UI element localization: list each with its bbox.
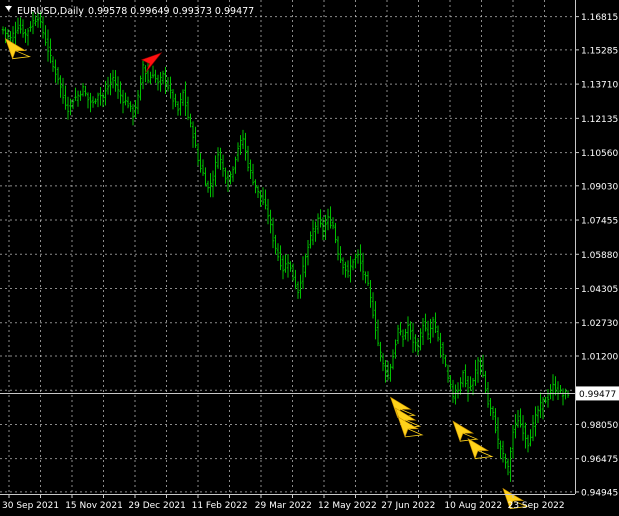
price-chart[interactable]: 1.16815 1.15285 1.13710 1.12135 1.10560 1.090…: [0, 0, 619, 512]
y-tick-label: 0.98050: [581, 421, 618, 431]
y-tick-label: 1.02730: [581, 319, 618, 329]
x-tick-label: 11 Feb 2022: [192, 501, 248, 511]
y-tick-label: 1.15285: [581, 46, 618, 56]
current-price-tag: 0.99477: [576, 386, 619, 401]
y-tick-label: 1.13710: [581, 81, 618, 91]
y-tick-label: 1.10560: [581, 149, 618, 159]
y-tick-label: 1.01200: [581, 352, 618, 362]
chart-header: EURUSD,Daily 0.99578 0.99649 0.99373 0.9…: [5, 6, 254, 17]
symbol-timeframe-label: EURUSD,Daily: [17, 6, 84, 17]
y-tick-label: 0.94945: [581, 488, 618, 498]
ohlc-values: 0.99578 0.99649 0.99373 0.99477: [88, 6, 254, 17]
x-tick-label: 29 Dec 2021: [128, 501, 186, 511]
chart-background: [0, 0, 619, 512]
current-price-label: 0.99477: [579, 390, 616, 400]
price-axis[interactable]: 1.16815 1.15285 1.13710 1.12135 1.10560 1.090…: [575, 13, 618, 498]
y-tick-label: 1.05880: [581, 251, 618, 261]
y-tick-label: 1.12135: [581, 115, 618, 125]
y-tick-label: 1.09030: [581, 182, 618, 192]
y-tick-label: 1.07455: [581, 217, 618, 227]
x-tick-label: 10 Aug 2022: [444, 501, 502, 511]
x-tick-label: 30 Sep 2021: [2, 501, 59, 511]
chart-canvas[interactable]: 1.16815 1.15285 1.13710 1.12135 1.10560 1.090…: [0, 0, 619, 512]
x-tick-label: 12 May 2022: [318, 501, 377, 511]
x-tick-label: 15 Nov 2021: [65, 501, 123, 511]
y-tick-label: 1.16815: [581, 13, 618, 23]
x-tick-label: 27 Jun 2022: [381, 501, 435, 511]
x-tick-label: 29 Mar 2022: [255, 501, 312, 511]
y-tick-label: 0.96475: [581, 455, 618, 465]
y-tick-label: 1.04305: [581, 285, 618, 295]
x-tick-label: 23 Sep 2022: [508, 501, 565, 511]
